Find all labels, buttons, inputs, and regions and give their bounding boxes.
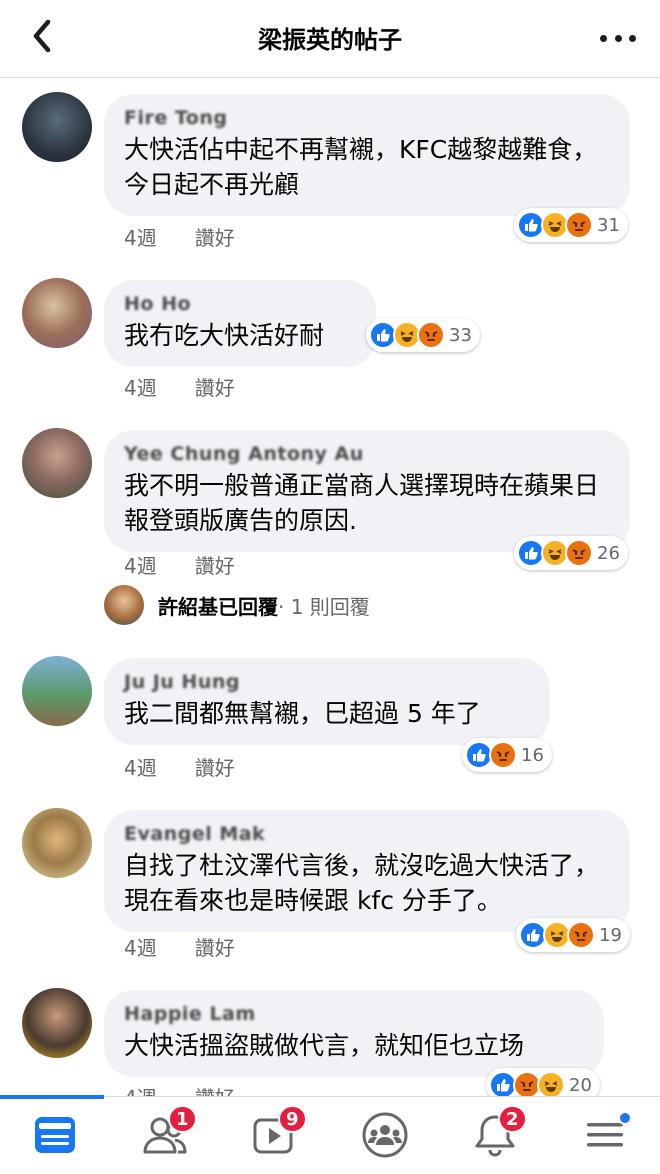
active-tab-indicator bbox=[0, 1095, 104, 1099]
reply-author: 許紹基已回覆 bbox=[158, 594, 278, 619]
avatar[interactable] bbox=[22, 988, 92, 1058]
reactions-summary[interactable]: 19 bbox=[516, 918, 630, 952]
friends-badge: 1 bbox=[168, 1105, 197, 1133]
more-options-button[interactable] bbox=[600, 26, 636, 50]
comment-meta: 4週 讚好 bbox=[124, 222, 235, 251]
comment-bubble[interactable]: Yee Chung Antony Au 我不明一般普通正當商人選擇現時在蘋果日報… bbox=[104, 430, 630, 552]
angry-reaction-icon bbox=[565, 211, 593, 239]
reactions-summary[interactable]: 26 bbox=[514, 536, 628, 570]
avatar[interactable] bbox=[22, 92, 92, 162]
avatar[interactable] bbox=[22, 428, 92, 498]
comment-text: 我不明一般普通正當商人選擇現時在蘋果日報登頭版廣告的原因. bbox=[124, 471, 600, 535]
comment-author[interactable]: Yee Chung Antony Au bbox=[124, 442, 610, 466]
tab-groups[interactable] bbox=[350, 1105, 420, 1165]
reaction-count: 19 bbox=[599, 924, 622, 946]
comment-text: 大快活佔中起不再幫襯，KFC越黎越難食，今日起不再光顧 bbox=[124, 135, 598, 199]
avatar[interactable] bbox=[22, 808, 92, 878]
comment-bubble[interactable]: Happie Lam 大快活搵盜賊做代言，就知佢乜立场 bbox=[104, 990, 604, 1077]
tab-watch[interactable]: 9 bbox=[240, 1105, 310, 1165]
avatar[interactable] bbox=[22, 656, 92, 726]
comment-meta: 4週 讚好 bbox=[124, 550, 235, 579]
comment-bubble[interactable]: Ho Ho 我冇吃大快活好耐 bbox=[104, 280, 376, 367]
angry-reaction-icon bbox=[417, 321, 445, 349]
comment-time[interactable]: 4週 bbox=[124, 932, 157, 961]
comment-time[interactable]: 4週 bbox=[124, 752, 157, 781]
comment-time[interactable]: 4週 bbox=[124, 222, 157, 251]
comment-text: 我冇吃大快活好耐 bbox=[124, 321, 325, 350]
comment-time[interactable]: 4週 bbox=[124, 372, 157, 401]
reactions-summary[interactable]: 31 bbox=[514, 208, 628, 242]
reaction-count: 33 bbox=[449, 324, 472, 346]
more-dot-icon bbox=[629, 34, 636, 42]
comment-author[interactable]: Ho Ho bbox=[124, 292, 356, 316]
more-dot-icon bbox=[614, 34, 622, 42]
reaction-count: 16 bbox=[521, 744, 544, 766]
reaction-count: 20 bbox=[569, 1074, 592, 1096]
groups-icon bbox=[362, 1112, 408, 1158]
comment-text: 自找了杜汶澤代言後，就沒吃過大快活了，現在看來也是時候跟 kfc 分手了。 bbox=[124, 851, 600, 915]
comment-author[interactable]: Ju Ju Hung bbox=[124, 670, 530, 694]
comment-author[interactable]: Happie Lam bbox=[124, 1002, 584, 1026]
reactions-summary[interactable]: 16 bbox=[462, 738, 552, 772]
like-button[interactable]: 讚好 bbox=[195, 372, 235, 401]
reaction-count: 26 bbox=[597, 542, 620, 564]
angry-reaction-icon bbox=[489, 741, 517, 769]
comment-meta: 4週 讚好 bbox=[124, 372, 235, 401]
tab-news-feed[interactable] bbox=[20, 1105, 90, 1165]
page-title: 梁振英的帖子 bbox=[258, 26, 402, 54]
watch-badge: 9 bbox=[278, 1105, 307, 1133]
like-button[interactable]: 讚好 bbox=[195, 932, 235, 961]
news-feed-icon bbox=[35, 1117, 75, 1153]
comment-bubble[interactable]: Evangel Mak 自找了杜汶澤代言後，就沒吃過大快活了，現在看來也是時候跟… bbox=[104, 810, 630, 932]
view-replies-link[interactable]: 許紹基已回覆 · 1 則回覆 bbox=[104, 585, 370, 625]
bottom-navigation: 1 9 2 bbox=[0, 1095, 660, 1174]
haha-reaction-icon bbox=[537, 1071, 565, 1099]
like-button[interactable]: 讚好 bbox=[195, 222, 235, 251]
angry-reaction-icon bbox=[567, 921, 595, 949]
reactions-summary[interactable]: 33 bbox=[366, 318, 480, 352]
comment-text: 大快活搵盜賊做代言，就知佢乜立场 bbox=[124, 1031, 525, 1060]
comment-text: 我二間都無幫襯，巳超過 5 年了 bbox=[124, 699, 481, 728]
top-bar: 梁振英的帖子 bbox=[0, 0, 660, 78]
avatar bbox=[104, 585, 144, 625]
comment-bubble[interactable]: Fire Tong 大快活佔中起不再幫襯，KFC越黎越難食，今日起不再光顧 bbox=[104, 94, 630, 216]
like-button[interactable]: 讚好 bbox=[195, 550, 235, 579]
tab-friends[interactable]: 1 bbox=[130, 1105, 200, 1165]
comment-meta: 4週 讚好 bbox=[124, 752, 235, 781]
avatar[interactable] bbox=[22, 278, 92, 348]
angry-reaction-icon bbox=[565, 539, 593, 567]
notifications-badge: 2 bbox=[498, 1105, 527, 1133]
like-button[interactable]: 讚好 bbox=[195, 752, 235, 781]
tab-notifications[interactable]: 2 bbox=[460, 1105, 530, 1165]
comment-author[interactable]: Fire Tong bbox=[124, 106, 610, 130]
reaction-count: 31 bbox=[597, 214, 620, 236]
more-dot-icon bbox=[600, 34, 607, 42]
comment-bubble[interactable]: Ju Ju Hung 我二間都無幫襯，巳超過 5 年了 bbox=[104, 658, 550, 745]
comment-meta: 4週 讚好 bbox=[124, 932, 235, 961]
reply-count: · 1 則回覆 bbox=[278, 594, 370, 619]
comment-time[interactable]: 4週 bbox=[124, 550, 157, 579]
menu-indicator-dot bbox=[618, 1111, 632, 1125]
comment-author[interactable]: Evangel Mak bbox=[124, 822, 610, 846]
tab-menu[interactable] bbox=[570, 1105, 640, 1165]
